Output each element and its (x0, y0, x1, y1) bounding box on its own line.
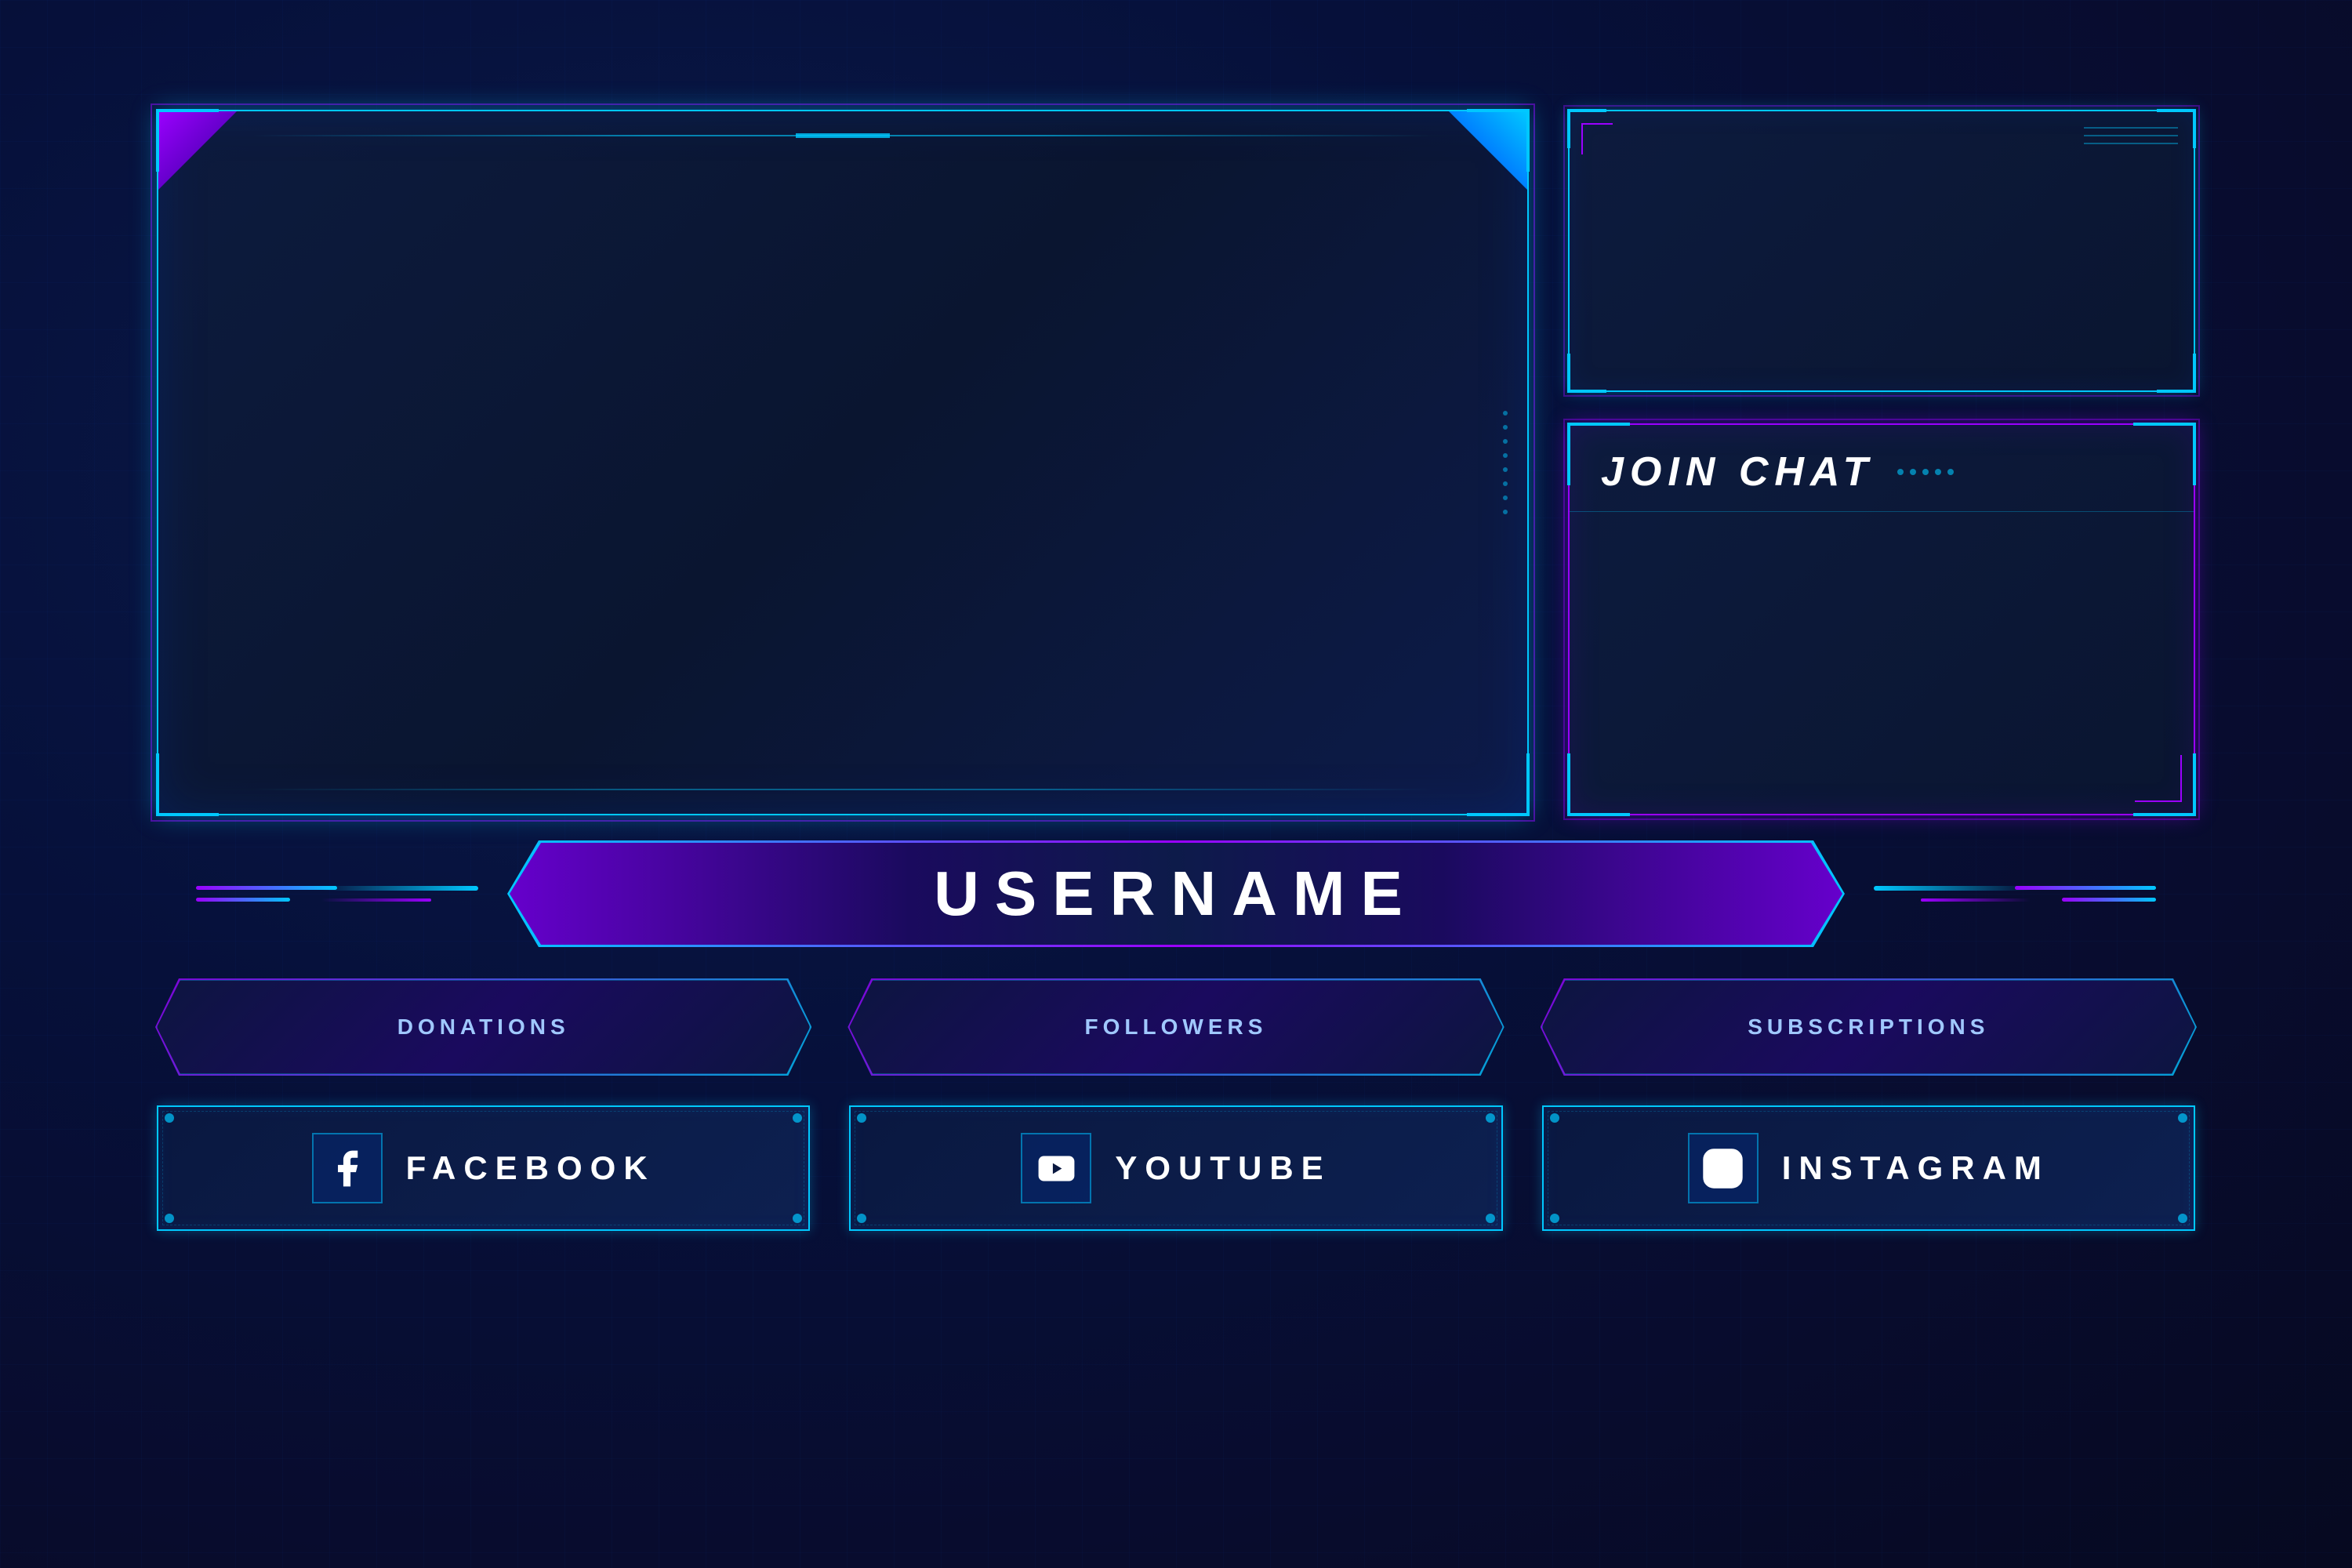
side-panels: JOIN CHAT (1568, 110, 2195, 815)
youtube-label: YOUTUBE (1115, 1149, 1330, 1187)
donations-badge: DONATIONS (157, 980, 810, 1074)
subscriptions-label: SUBSCRIPTIONS (1748, 1014, 1989, 1040)
chat-corner-bl (1567, 753, 1630, 816)
corner-dot-tl (165, 1113, 174, 1123)
dots-right (1503, 411, 1508, 514)
corner-dot-tr (2178, 1113, 2187, 1123)
username-wing-left (321, 886, 478, 902)
side-line (196, 898, 290, 902)
chat-corner-detail (2135, 755, 2182, 802)
instagram-label: INSTAGRAM (1782, 1149, 2049, 1187)
webcam-panel (1568, 110, 2195, 392)
dot (1503, 481, 1508, 486)
inner-line (2084, 127, 2178, 129)
webcam-corner-br (2157, 354, 2196, 393)
corner-dot-br (2178, 1214, 2187, 1223)
dot (1503, 411, 1508, 416)
chat-dots (1897, 469, 1954, 475)
dot (1503, 467, 1508, 472)
edge-bottom-line (252, 789, 1433, 790)
followers-badge: FOLLOWERS (849, 980, 1502, 1074)
donations-label: DONATIONS (397, 1014, 570, 1040)
corner-dot-tr (1486, 1113, 1495, 1123)
side-line (2015, 886, 2156, 890)
corner-br (1467, 753, 1530, 816)
wing-line-top (321, 886, 478, 891)
wing-line-bottom (1921, 898, 2031, 902)
corner-dot-tr (793, 1113, 802, 1123)
chat-dot (1897, 469, 1904, 475)
username-wing-right (1874, 886, 2031, 902)
stats-row: DONATIONS FOLLOWERS SUBSCRIPTIONS (157, 980, 2195, 1074)
side-line (196, 886, 337, 890)
instagram-button[interactable]: INSTAGRAM (1542, 1105, 2195, 1231)
corner-dot-tl (857, 1113, 866, 1123)
right-accent-lines (2015, 886, 2156, 902)
inner-line (2084, 143, 2178, 144)
youtube-icon (1035, 1147, 1078, 1190)
chat-corner-tl (1567, 423, 1630, 485)
dot (1503, 510, 1508, 514)
username-text: USERNAME (934, 858, 1418, 930)
chat-panel: JOIN CHAT (1568, 423, 2195, 815)
chat-dot (1910, 469, 1916, 475)
inner-line (2084, 135, 2178, 136)
username-bar: USERNAME (510, 843, 1842, 945)
main-video-frame (157, 110, 1529, 815)
corner-dot-br (793, 1214, 802, 1223)
chat-header: JOIN CHAT (1570, 425, 2194, 512)
followers-label: FOLLOWERS (1085, 1014, 1268, 1040)
chat-dot (1935, 469, 1941, 475)
corner-dot-bl (857, 1214, 866, 1223)
chat-dot (1922, 469, 1929, 475)
facebook-button[interactable]: FACEBOOK (157, 1105, 810, 1231)
facebook-icon-box (312, 1133, 383, 1203)
youtube-button[interactable]: YOUTUBE (849, 1105, 1502, 1231)
dot (1503, 495, 1508, 500)
chat-corner-tr (2133, 423, 2196, 485)
webcam-detail-tl (1581, 123, 1613, 154)
dot (1503, 439, 1508, 444)
side-line (2062, 898, 2156, 902)
dot (1503, 425, 1508, 430)
subscriptions-badge: SUBSCRIPTIONS (1542, 980, 2195, 1074)
youtube-icon-box (1021, 1133, 1091, 1203)
edge-top-notch (796, 133, 890, 138)
instagram-icon (1701, 1147, 1744, 1190)
facebook-label: FACEBOOK (406, 1149, 655, 1187)
wing-line-top (1874, 886, 2031, 891)
chat-body (1570, 512, 2194, 814)
dot (1503, 453, 1508, 458)
webcam-inner-lines (2084, 127, 2178, 151)
username-row: USERNAME (157, 831, 2195, 956)
corner-dot-bl (1550, 1214, 1559, 1223)
join-chat-label: JOIN CHAT (1601, 448, 1874, 495)
chat-dot (1947, 469, 1954, 475)
facebook-icon (325, 1147, 368, 1190)
instagram-icon-box (1688, 1133, 1759, 1203)
corner-tl (156, 109, 219, 172)
corner-bl (156, 753, 219, 816)
corner-dot-br (1486, 1214, 1495, 1223)
corner-tr (1467, 109, 1530, 172)
webcam-corner-bl (1567, 354, 1606, 393)
wing-line-bottom (321, 898, 431, 902)
corner-dot-tl (1550, 1113, 1559, 1123)
corner-dot-bl (165, 1214, 174, 1223)
left-accent-lines (196, 886, 337, 902)
social-row: FACEBOOK YOUTUBE (157, 1105, 2195, 1231)
